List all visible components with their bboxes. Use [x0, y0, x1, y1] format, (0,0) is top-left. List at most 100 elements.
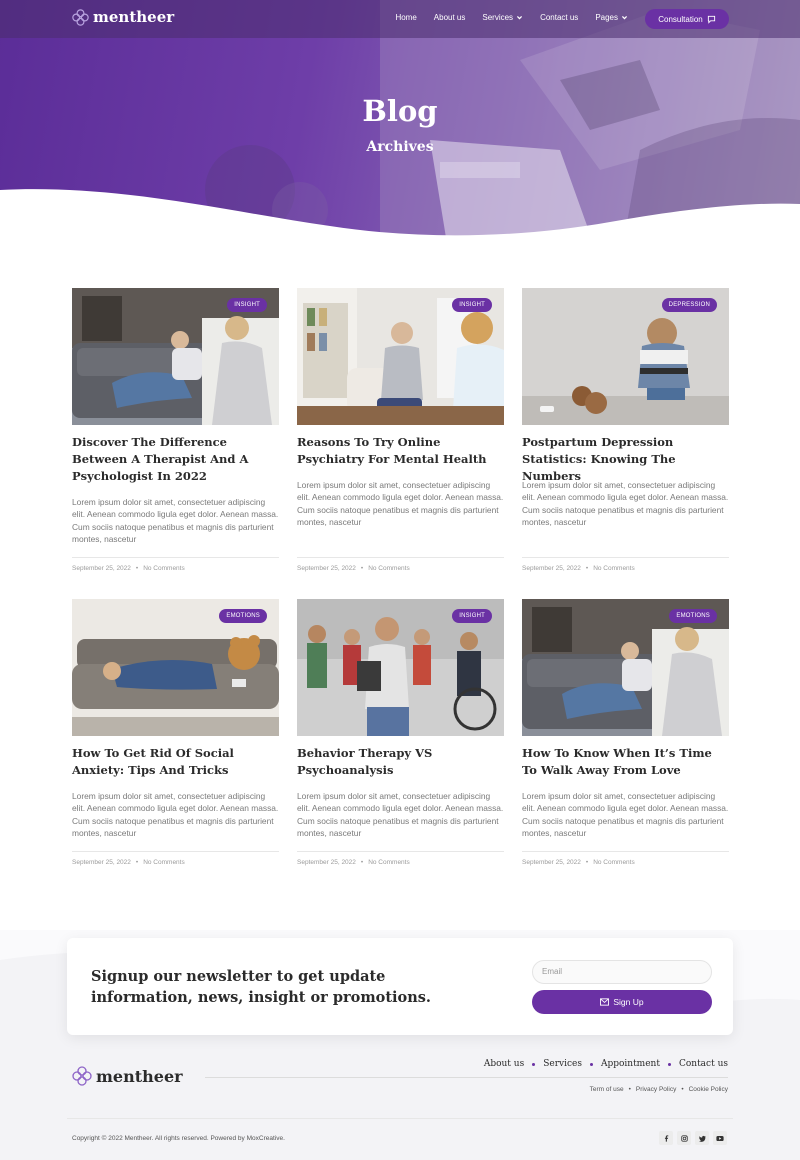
nav-home-label: Home	[395, 13, 417, 22]
envelope-icon	[600, 998, 610, 1006]
sign-up-button[interactable]: Sign Up	[532, 990, 712, 1014]
hero-wave	[0, 189, 800, 262]
post-excerpt: Lorem ipsum dolor sit amet, consectetuer…	[297, 480, 504, 528]
post-card[interactable]: INSIGHT Reasons To Try Online Psychiatry…	[297, 288, 504, 578]
meta-separator: •	[360, 859, 364, 866]
post-meta: September 25, 2022 • No Comments	[522, 565, 635, 572]
legal-separator: •	[628, 1086, 631, 1093]
post-date: September 25, 2022	[72, 565, 131, 572]
post-excerpt: Lorem ipsum dolor sit amet, consectetuer…	[72, 497, 279, 545]
post-card[interactable]: EMOTIONS How To Get Rid Of Social Anxiet…	[72, 599, 279, 871]
meta-separator: •	[585, 565, 589, 572]
consultation-button[interactable]: Consultation	[645, 9, 729, 29]
separator-dot	[589, 1062, 593, 1066]
category-badge[interactable]: EMOTIONS	[669, 609, 717, 623]
footer-link-about-us[interactable]: About us	[484, 1059, 524, 1069]
meta-separator: •	[585, 859, 589, 866]
chevron-down-icon	[517, 16, 523, 20]
facebook-icon[interactable]	[659, 1131, 673, 1145]
post-excerpt: Lorem ipsum dolor sit amet, consectetuer…	[522, 791, 729, 839]
nav-about-us[interactable]: About us	[434, 13, 466, 22]
post-title[interactable]: Behavior Therapy VS Psychoanalysis	[297, 745, 504, 779]
footer-menu: About us Services Appointment Contact us	[484, 1059, 728, 1069]
category-badge[interactable]: INSIGHT	[227, 298, 267, 312]
youtube-icon[interactable]	[713, 1131, 727, 1145]
post-excerpt: Lorem ipsum dolor sit amet, consectetuer…	[72, 791, 279, 839]
nav-pages-label: Pages	[595, 13, 618, 22]
copyright-text: Copyright © 2022 Mentheer. All rights re…	[72, 1135, 285, 1142]
post-excerpt: Lorem ipsum dolor sit amet, consectetuer…	[297, 791, 504, 839]
post-meta: September 25, 2022 • No Comments	[297, 859, 410, 866]
term-of-use-link[interactable]: Term of use	[590, 1086, 624, 1093]
nav-contact-us[interactable]: Contact us	[540, 13, 578, 22]
chevron-down-icon	[621, 16, 628, 20]
newsletter-heading: Signup our newsletter to get update info…	[91, 968, 431, 1006]
category-badge[interactable]: INSIGHT	[452, 609, 492, 623]
footer-link-services[interactable]: Services	[543, 1059, 582, 1069]
nav-pages[interactable]: Pages	[595, 13, 628, 22]
post-image[interactable]: INSIGHT	[297, 288, 504, 425]
post-title[interactable]: How To Know When It’s Time To Walk Away …	[522, 745, 729, 779]
logo-link[interactable]: mentheer	[72, 8, 174, 26]
nav-links: Home About us Services Contact us Pages	[395, 13, 628, 22]
post-date: September 25, 2022	[297, 565, 356, 572]
post-excerpt: Lorem ipsum dolor sit amet, consectetuer…	[522, 480, 729, 528]
footer-bottom-divider	[67, 1118, 733, 1119]
category-badge[interactable]: EMOTIONS	[219, 609, 267, 623]
post-comments[interactable]: No Comments	[368, 565, 410, 572]
post-meta: September 25, 2022 • No Comments	[72, 859, 185, 866]
divider	[522, 557, 729, 558]
post-meta: September 25, 2022 • No Comments	[522, 859, 635, 866]
post-comments[interactable]: No Comments	[593, 859, 635, 866]
email-input[interactable]: Email	[532, 960, 712, 984]
logo-text: mentheer	[93, 8, 175, 26]
post-card[interactable]: DEPRESSION Postpartum Depression Statist…	[522, 288, 729, 578]
category-badge[interactable]: DEPRESSION	[661, 298, 717, 312]
privacy-policy-link[interactable]: Privacy Policy	[636, 1086, 676, 1093]
post-date: September 25, 2022	[522, 859, 581, 866]
post-image[interactable]: INSIGHT	[297, 599, 504, 736]
divider	[72, 851, 279, 852]
footer-link-appointment[interactable]: Appointment	[601, 1059, 660, 1069]
post-title[interactable]: Postpartum Depression Statistics: Knowin…	[522, 434, 729, 485]
post-comments[interactable]: No Comments	[143, 565, 185, 572]
footer-logo-text: mentheer	[96, 1066, 183, 1086]
post-comments[interactable]: No Comments	[143, 859, 185, 866]
post-image[interactable]: EMOTIONS	[72, 599, 279, 736]
post-card[interactable]: INSIGHT Behavior Therapy VS Psychoanalys…	[297, 599, 504, 871]
nav-home[interactable]: Home	[395, 13, 416, 22]
flower-logo-icon	[72, 1066, 92, 1086]
post-meta: September 25, 2022 • No Comments	[297, 565, 410, 572]
footer-link-contact-us[interactable]: Contact us	[679, 1059, 728, 1069]
chat-icon	[707, 15, 715, 24]
divider	[72, 557, 279, 558]
post-title[interactable]: Discover The Difference Between A Therap…	[72, 434, 279, 485]
post-title[interactable]: How To Get Rid Of Social Anxiety: Tips A…	[72, 745, 279, 779]
category-badge[interactable]: INSIGHT	[452, 298, 492, 312]
post-meta: September 25, 2022 • No Comments	[72, 565, 185, 572]
page-subtitle: Archives	[366, 139, 434, 155]
post-comments[interactable]: No Comments	[368, 859, 410, 866]
meta-separator: •	[135, 859, 139, 866]
instagram-icon[interactable]	[677, 1131, 691, 1145]
post-image[interactable]: EMOTIONS	[522, 599, 729, 736]
footer-logo-link[interactable]: mentheer	[72, 1066, 183, 1086]
nav-about-label: About us	[433, 13, 466, 22]
twitter-icon[interactable]	[695, 1131, 709, 1145]
cookie-policy-link[interactable]: Cookie Policy	[689, 1086, 728, 1093]
post-image[interactable]: DEPRESSION	[522, 288, 729, 425]
post-title[interactable]: Reasons To Try Online Psychiatry For Men…	[297, 434, 504, 468]
meta-separator: •	[360, 565, 364, 572]
page-title: Blog	[362, 94, 438, 128]
post-image[interactable]: INSIGHT	[72, 288, 279, 425]
divider	[297, 851, 504, 852]
flower-logo-icon	[72, 8, 89, 26]
post-card[interactable]: EMOTIONS How To Know When It’s Time To W…	[522, 599, 729, 871]
separator-dot	[667, 1062, 671, 1066]
nav-services[interactable]: Services	[482, 13, 523, 22]
social-links	[659, 1131, 727, 1145]
divider	[522, 851, 729, 852]
newsletter-section: Signup our newsletter to get update info…	[67, 938, 733, 1035]
post-card[interactable]: INSIGHT Discover The Difference Between …	[72, 288, 279, 578]
post-comments[interactable]: No Comments	[593, 565, 635, 572]
